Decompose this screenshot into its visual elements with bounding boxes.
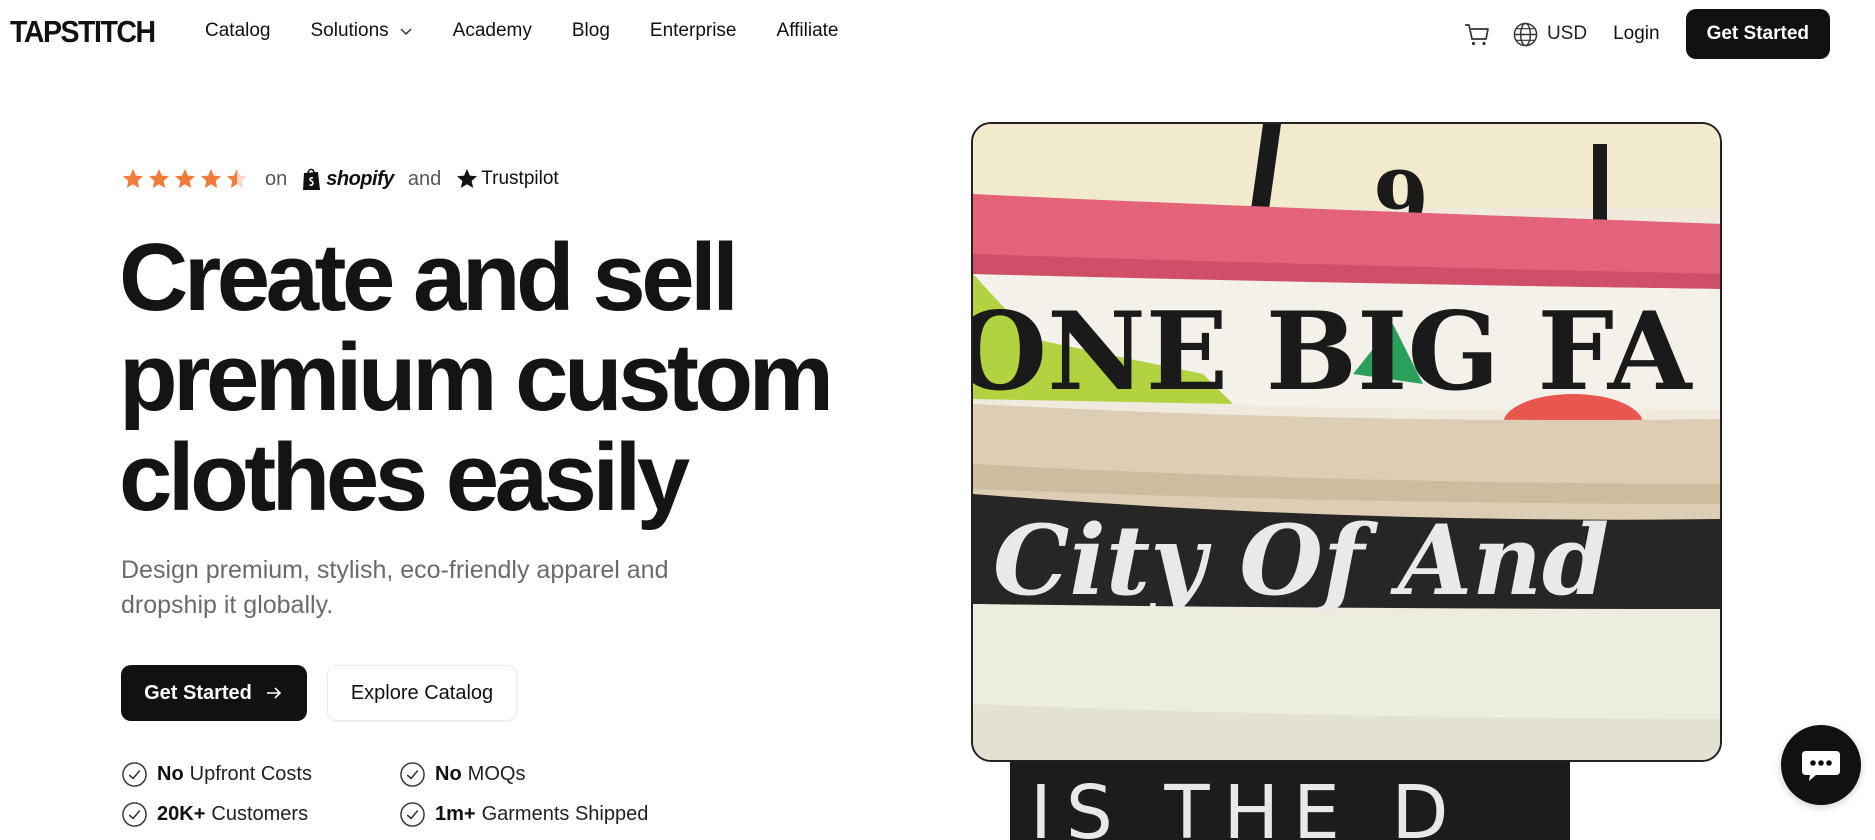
headline-line: premium custom bbox=[119, 324, 834, 431]
star-icon bbox=[201, 169, 221, 188]
nav-label: Blog bbox=[571, 20, 610, 41]
cart-icon[interactable] bbox=[1462, 19, 1492, 49]
chat-button[interactable] bbox=[1781, 725, 1861, 805]
star-icon bbox=[149, 169, 169, 188]
nav-item-catalog[interactable]: Catalog bbox=[205, 20, 271, 42]
feature-text: Upfront Costs bbox=[189, 762, 312, 785]
nav-item-enterprise[interactable]: Enterprise bbox=[650, 20, 737, 42]
feature-list: No Upfront Costs No MOQs 20K+ Customers … bbox=[121, 761, 677, 827]
check-circle-icon bbox=[400, 801, 425, 827]
button-label: Get Started bbox=[144, 681, 252, 704]
shopify-bag-icon bbox=[303, 168, 321, 190]
image-corner-cutout bbox=[1615, 760, 1725, 840]
globe-icon bbox=[1513, 22, 1538, 46]
shirt-text: ONE BIG FA bbox=[973, 289, 1694, 415]
star-icon bbox=[123, 169, 143, 188]
hero-cta-row: Get Started Explore Catalog bbox=[121, 665, 517, 721]
rating-and-text: and bbox=[407, 167, 442, 190]
half-star-icon bbox=[227, 169, 247, 188]
nav-label: Solutions bbox=[310, 20, 389, 41]
trustpilot-wordmark: Trustpilot bbox=[481, 168, 559, 189]
nav-item-academy[interactable]: Academy bbox=[453, 20, 532, 42]
feature-text: MOQs bbox=[467, 762, 526, 785]
shirt-text: City Of And bbox=[993, 504, 1609, 617]
check-circle-icon bbox=[400, 761, 425, 787]
headline-line: clothes easily bbox=[119, 424, 690, 531]
header-get-started-button[interactable]: Get Started bbox=[1685, 9, 1830, 59]
shirt-print-lower: IS THE D bbox=[1010, 760, 1570, 840]
feature-item: No Upfront Costs bbox=[121, 761, 399, 787]
rating-row: on shopify and Trustpilot bbox=[121, 166, 559, 192]
nav-label: Enterprise bbox=[649, 20, 737, 41]
nav-label: Catalog bbox=[205, 20, 271, 41]
feature-text: Garments Shipped bbox=[481, 802, 649, 825]
explore-catalog-button[interactable]: Explore Catalog bbox=[327, 665, 517, 721]
trustpilot-star-icon bbox=[457, 169, 478, 188]
hero-image-lower: IS THE D bbox=[1010, 760, 1570, 840]
chat-icon bbox=[1802, 751, 1840, 781]
star-rating bbox=[121, 167, 249, 191]
header-actions: USD Login Get Started bbox=[1462, 9, 1830, 59]
feature-bold: 1m+ bbox=[435, 802, 476, 825]
shopify-wordmark: shopify bbox=[326, 167, 394, 190]
feature-item: 20K+ Customers bbox=[121, 801, 399, 827]
check-circle-icon bbox=[122, 761, 147, 787]
folded-shirts-photo: 9 ONE BIG FA City Of And bbox=[973, 124, 1720, 760]
rating-on-text: on bbox=[265, 167, 288, 190]
login-link[interactable]: Login bbox=[1613, 23, 1660, 45]
trustpilot-logo: Trustpilot bbox=[455, 167, 559, 191]
shopify-logo: shopify bbox=[301, 166, 394, 192]
shirt-text: IS THE D bbox=[1030, 770, 1462, 840]
main-nav: Catalog Solutions Academy Blog Enterpris… bbox=[205, 20, 878, 42]
chevron-down-icon bbox=[400, 28, 412, 36]
feature-bold: No bbox=[157, 762, 184, 785]
site-header: TAPSTITCH Catalog Solutions Academy Blog… bbox=[0, 0, 1875, 68]
hero-headline: Create and sell premium custom clothes e… bbox=[119, 228, 939, 528]
feature-bold: No bbox=[435, 762, 462, 785]
feature-item: No MOQs bbox=[399, 761, 677, 787]
headline-line: Create and sell bbox=[119, 224, 739, 331]
feature-item: 1m+ Garments Shipped bbox=[399, 801, 677, 827]
logo[interactable]: TAPSTITCH bbox=[10, 14, 156, 50]
nav-label: Academy bbox=[452, 20, 532, 41]
hero-subtext: Design premium, stylish, eco-friendly ap… bbox=[121, 556, 669, 619]
hero-image: 9 ONE BIG FA City Of And bbox=[971, 122, 1722, 762]
currency-selector[interactable]: USD bbox=[1547, 23, 1587, 45]
nav-item-blog[interactable]: Blog bbox=[572, 20, 610, 42]
nav-item-affiliate[interactable]: Affiliate bbox=[777, 20, 839, 42]
feature-text: Customers bbox=[211, 802, 309, 825]
nav-item-solutions[interactable]: Solutions bbox=[311, 20, 413, 42]
arrow-right-icon bbox=[266, 687, 282, 699]
nav-label: Affiliate bbox=[776, 20, 839, 41]
feature-bold: 20K+ bbox=[157, 802, 206, 825]
get-started-button[interactable]: Get Started bbox=[121, 665, 307, 721]
star-icon bbox=[175, 169, 195, 188]
check-circle-icon bbox=[122, 801, 147, 827]
